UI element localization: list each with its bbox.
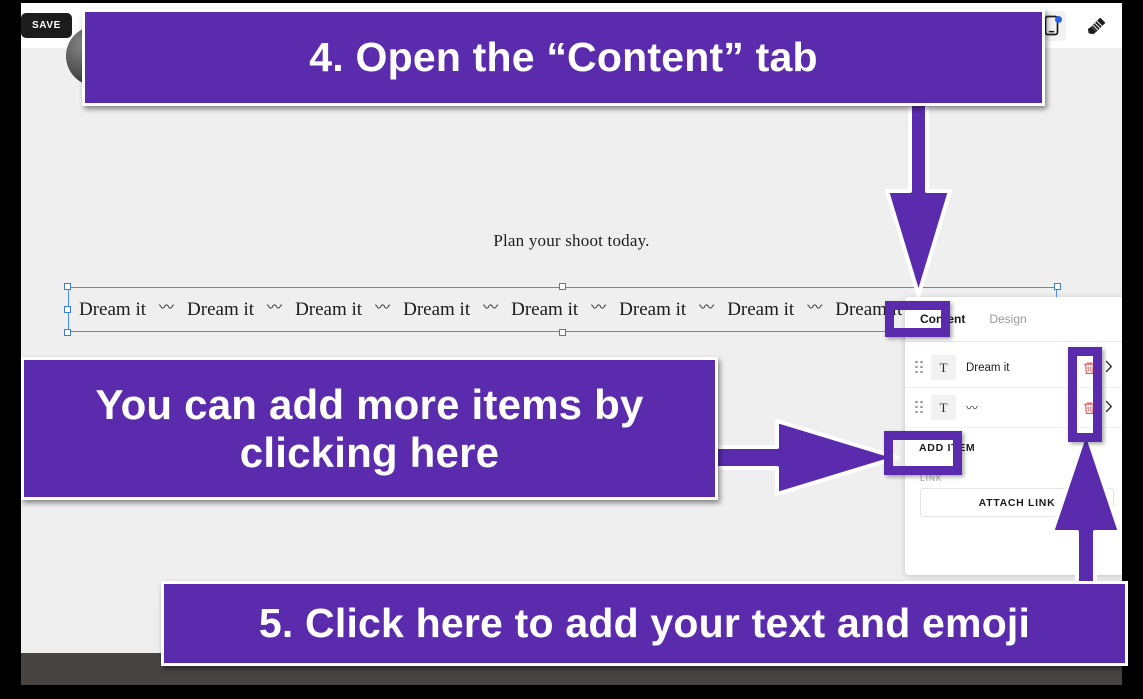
resize-handle-bottom-center[interactable]: [558, 329, 566, 336]
notification-dot-badge: [1055, 15, 1062, 23]
resize-handle-bottom-left[interactable]: [64, 329, 71, 336]
paintbrush-icon: [1088, 17, 1106, 34]
annotation-add-more-items: You can add more items by clicking here: [21, 357, 718, 500]
annotation-arrow-right: [713, 419, 899, 496]
text-type-icon: T: [931, 395, 956, 420]
annotation-step-4: 4. Open the “Content” tab: [82, 9, 1045, 106]
chevron-right-icon: [1105, 400, 1113, 412]
list-item-label: 〰: [966, 401, 978, 415]
tab-design[interactable]: Design: [989, 312, 1026, 326]
drag-handle-icon[interactable]: [915, 400, 924, 415]
annotation-arrow-down: [885, 101, 952, 297]
highlight-content-tab: [885, 301, 950, 337]
resize-handle-top-left[interactable]: [64, 283, 71, 290]
chevron-right-icon: [1105, 360, 1113, 372]
highlight-expand-chevrons: [1068, 347, 1102, 442]
resize-handle-top-right[interactable]: [1054, 283, 1061, 290]
list-item-label: Dream it: [966, 361, 1010, 374]
text-type-icon: T: [931, 355, 956, 380]
resize-handle-top-center[interactable]: [558, 283, 566, 290]
design-brush-button[interactable]: [1082, 11, 1112, 41]
screenshot-root: SAVE EXIT: [0, 0, 1143, 699]
annotation-step-5: 5. Click here to add your text and emoji: [161, 581, 1128, 666]
drag-handle-icon[interactable]: [915, 360, 924, 375]
annotation-arrow-up: [1050, 429, 1122, 588]
save-button[interactable]: SAVE: [21, 13, 72, 38]
toolbar-right-group: [1036, 3, 1112, 48]
highlight-add-item: [884, 431, 962, 475]
resize-handle-middle-left[interactable]: [64, 305, 71, 313]
